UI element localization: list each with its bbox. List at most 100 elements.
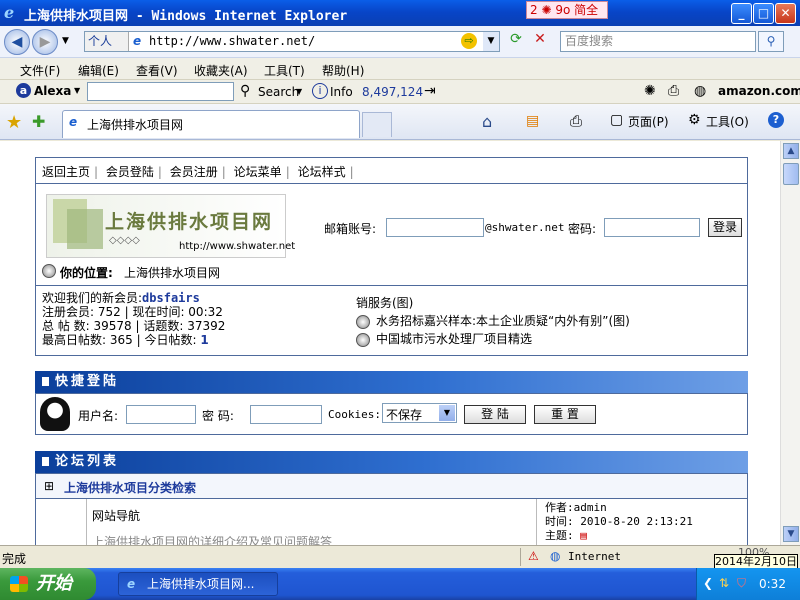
forum-list-header: 论坛列表	[35, 451, 748, 473]
tray-expand-icon[interactable]: ❮	[703, 576, 713, 590]
news-item[interactable]: 中国城市污水处理厂项目精选	[356, 330, 532, 347]
clock[interactable]: 0:32	[759, 577, 786, 591]
start-button[interactable]: 开始	[0, 568, 96, 600]
nav-register[interactable]: 会员注册	[170, 165, 218, 179]
location-link[interactable]: 上海供排水项目网	[124, 264, 220, 281]
page-menu[interactable]: 页面(P)	[628, 113, 669, 130]
address-bar: ◀ ▶ ▼ 个人 e http://www.shwater.net/ ⇨ ▼ ⟳…	[0, 26, 800, 58]
news-item[interactable]: 水务招标嘉兴样本:本土企业质疑“内外有别”(图)	[356, 312, 630, 329]
tools-menu[interactable]: 工具(O)	[706, 113, 749, 130]
print-icon[interactable]: ⎙	[570, 112, 582, 130]
menu-edit[interactable]: 编辑(E)	[78, 62, 119, 79]
news-item[interactable]: 销服务(图)	[356, 294, 413, 311]
reset-button[interactable]: 重 置	[534, 405, 596, 424]
menu-view[interactable]: 查看(V)	[136, 62, 178, 79]
shield-icon[interactable]: ⛉	[737, 576, 746, 591]
max-daily: 最高日帖数: 365	[42, 333, 133, 347]
username-field[interactable]	[126, 405, 196, 424]
search-icon[interactable]: ⚲	[758, 31, 784, 52]
maximize-button[interactable]: □	[753, 3, 774, 24]
nav-member-login[interactable]: 会员登陆	[106, 165, 154, 179]
search-input[interactable]: 百度搜索	[560, 31, 756, 52]
amazon-link[interactable]: amazon.com.	[718, 84, 800, 98]
compat-icon[interactable]: ⇨	[461, 33, 477, 49]
back-button[interactable]: ◀	[4, 29, 30, 55]
menu-tools[interactable]: 工具(T)	[264, 62, 305, 79]
speaker-icon	[356, 314, 370, 329]
help-icon[interactable]: ?	[768, 112, 784, 128]
vertical-scrollbar[interactable]: ▲ ▼	[780, 141, 800, 545]
nav-forum-menu[interactable]: 论坛菜单	[234, 165, 282, 179]
top-nav: 返回主页 | 会员登陆 | 会员注册 | 论坛菜单 | 论坛样式 |	[42, 165, 354, 179]
alexa-brand[interactable]: Alexa	[34, 84, 71, 98]
welcome-label: 欢迎我们的新会员:	[42, 291, 143, 305]
alexa-info-button[interactable]: Info	[330, 85, 353, 99]
stop-icon[interactable]: ✕	[530, 31, 550, 52]
email-field[interactable]	[386, 218, 484, 237]
print-toolbar-icon[interactable]: ⎙	[668, 83, 679, 99]
attachment-icon[interactable]: ▤	[580, 529, 587, 542]
related-icon[interactable]: ⇥	[424, 83, 436, 99]
search-dropdown-icon[interactable]: ▼	[296, 87, 302, 96]
menu-favorites[interactable]: 收藏夹(A)	[194, 62, 248, 79]
login-button[interactable]: 登录	[708, 218, 742, 237]
nav-home[interactable]: 返回主页	[42, 165, 90, 179]
alexa-dropdown-icon[interactable]: ▼	[74, 86, 80, 95]
tab-main[interactable]: e 上海供排水项目网	[62, 110, 360, 138]
password-field[interactable]	[604, 218, 700, 237]
expand-icon[interactable]: ⊞	[44, 479, 54, 493]
minimize-button[interactable]: _	[731, 3, 752, 24]
system-tray: ❮ ⇅ ⛉ 0:32	[696, 568, 800, 600]
scroll-down-icon[interactable]: ▼	[783, 526, 799, 542]
username-label: 用户名:	[78, 409, 119, 423]
new-tab-button[interactable]	[362, 112, 392, 137]
highlight-icon[interactable]: ✺	[644, 83, 656, 99]
new-member-link[interactable]: dbsfairs	[142, 291, 200, 305]
close-button[interactable]: ✕	[775, 3, 796, 24]
ime-toolbar[interactable]: 2 ✺ 9o 简全	[526, 1, 608, 19]
feeds-icon[interactable]: ▤	[526, 113, 539, 129]
menu-help[interactable]: 帮助(H)	[322, 62, 364, 79]
select-dropdown-icon[interactable]: ▼	[439, 405, 455, 421]
forum-topic-label: 主题:	[545, 529, 574, 542]
security-icon: ⚠	[528, 549, 539, 563]
start-label: 开始	[36, 573, 72, 594]
email-label: 邮箱账号:	[324, 222, 377, 236]
quick-login-button[interactable]: 登 陆	[464, 405, 526, 424]
stats-box: 欢迎我们的新会员:dbsfairs 注册会员: 752 | 现在时间: 00:3…	[35, 286, 748, 356]
address-field[interactable]: 个人 e http://www.shwater.net/ ⇨ ▼	[84, 31, 500, 52]
alexa-search-button[interactable]: Search	[258, 85, 299, 99]
info-icon[interactable]: i	[312, 83, 328, 99]
cookies-select[interactable]: 不保存 ▼	[382, 403, 457, 423]
refresh-icon[interactable]: ⟳	[506, 31, 526, 52]
network-icon[interactable]: ⇅	[719, 576, 729, 590]
forum-name-link[interactable]: 网站导航	[92, 507, 140, 524]
menu-bar: 文件(F) 编辑(E) 查看(V) 收藏夹(A) 工具(T) 帮助(H)	[0, 58, 800, 80]
address-dropdown-icon[interactable]: ▼	[483, 32, 499, 51]
history-dropdown-icon[interactable]: ▼	[62, 36, 69, 46]
alexa-search-input[interactable]	[87, 82, 234, 101]
personal-dropdown[interactable]: 个人	[85, 32, 129, 51]
alexa-toolbar: a Alexa ▼ ⚲ Search ▼ i Info 8,497,124 ⇥ …	[0, 80, 800, 104]
scroll-up-icon[interactable]: ▲	[783, 143, 799, 159]
site-logo[interactable]: 上海供排水项目网 ◇◇◇◇ http://www.shwater.net	[46, 194, 295, 258]
address-url[interactable]: http://www.shwater.net/	[149, 34, 315, 48]
taskbar-ie-window[interactable]: e 上海供排水项目网...	[118, 572, 278, 596]
quick-login-header: 快捷登陆	[35, 371, 748, 393]
quick-password-field[interactable]	[250, 405, 322, 424]
page-menu-icon[interactable]: ▢	[610, 112, 623, 128]
globe-icon[interactable]: ◍	[694, 83, 706, 99]
favorites-star-icon[interactable]: ★	[6, 112, 22, 133]
home-icon[interactable]: ⌂	[482, 112, 492, 131]
nav-forum-style[interactable]: 论坛样式	[298, 165, 346, 179]
forum-row: 网站导航 上海供排水项目网的详细介绍及常见问题解答 作者:admin 时间: 2…	[35, 499, 748, 545]
status-bar: 完成 ⚠ ◍ Internet 100% 2014年2月10日	[0, 545, 800, 570]
scroll-thumb[interactable]	[783, 163, 799, 185]
menu-file[interactable]: 文件(F)	[20, 62, 60, 79]
today-label: 今日帖数:	[144, 333, 197, 347]
magnifier-icon[interactable]: ⚲	[240, 83, 250, 99]
tools-gear-icon[interactable]: ⚙	[688, 112, 701, 128]
forward-button[interactable]: ▶	[32, 29, 58, 55]
add-favorite-icon[interactable]: ✚	[32, 112, 45, 131]
category-link[interactable]: 上海供排水项目分类检索	[64, 479, 196, 496]
